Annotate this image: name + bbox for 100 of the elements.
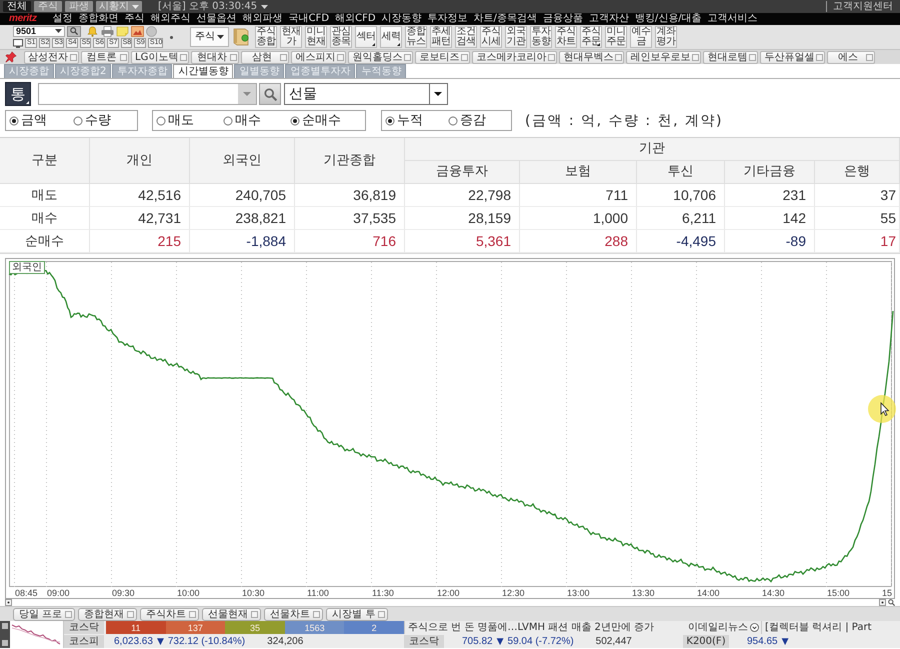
clock-dropdown[interactable]: [서울] 오후 03:30:45 xyxy=(155,1,272,12)
radio-icon[interactable] xyxy=(448,116,458,126)
news-headline[interactable]: [컬렉터블 럭셔리 | Part xyxy=(761,621,900,634)
toolbar-button[interactable]: 주식 시세 xyxy=(480,26,502,48)
menu-item[interactable]: 뱅킹/신용/대출 xyxy=(634,13,702,25)
radio-icon[interactable] xyxy=(223,116,233,126)
grip-icon xyxy=(170,36,173,38)
toolbar-button[interactable]: 조건 검색 xyxy=(455,26,477,48)
menu-item[interactable]: 해외파생 xyxy=(242,13,283,25)
view-tab[interactable]: 시간별동향 xyxy=(173,64,234,78)
toolbar-button[interactable]: 미니 현재 xyxy=(305,26,327,48)
menu-item[interactable]: 국내CFD xyxy=(288,13,330,25)
radio-option[interactable]: 매수 xyxy=(223,113,290,128)
news-source-button[interactable]: 이데일리뉴스 xyxy=(683,621,761,634)
column-header: 개인 xyxy=(90,138,190,184)
printer-icon[interactable] xyxy=(101,26,114,36)
scroll-handle-icon[interactable] xyxy=(5,599,12,606)
radio-option[interactable]: 누적 xyxy=(385,113,448,128)
window-tab[interactable]: 시장별 투 xyxy=(326,608,388,620)
favorite-stock-button[interactable]: 삼현 xyxy=(241,50,290,64)
menu-item[interactable]: 투자정보 xyxy=(428,13,468,25)
monitor-icon[interactable] xyxy=(13,38,23,48)
radio-icon[interactable] xyxy=(9,116,19,126)
radio-icon[interactable] xyxy=(385,116,395,126)
radio-option[interactable]: 수량 xyxy=(73,113,137,128)
x-axis-label: 11:00 xyxy=(307,588,329,598)
menu-item[interactable]: 고객서비스 xyxy=(708,13,758,25)
top-tab[interactable]: 전체 xyxy=(3,1,31,12)
toolbar-button[interactable]: 주식 주문 xyxy=(580,26,602,48)
favorite-stock-button[interactable]: 컴트론 xyxy=(81,50,129,64)
toolbar-button[interactable]: 추세 패턴 xyxy=(430,26,452,48)
radio-icon[interactable] xyxy=(73,116,83,126)
menu-item[interactable]: 고객자산 xyxy=(588,13,629,25)
toolbar-button[interactable]: 미니 주문 xyxy=(605,26,627,48)
favorite-stock-button[interactable]: 삼성전자 xyxy=(24,50,79,64)
menu-item[interactable]: 설정 xyxy=(52,13,73,25)
window-tab[interactable]: 당일 프로 xyxy=(13,608,76,620)
market-button[interactable]: 통 xyxy=(5,82,31,106)
news-headline[interactable]: 주식으로 번 돈 명품에…LVMH 패션 매출 2년만에 증가 xyxy=(404,621,683,634)
radio-option[interactable]: 순매수 xyxy=(290,113,357,128)
index-price: 6,023.63 xyxy=(114,636,153,648)
toolbar-button[interactable]: 외국 기관 xyxy=(505,26,527,48)
radio-icon[interactable] xyxy=(290,116,300,126)
menu-item[interactable]: 차트/종목검색 xyxy=(474,13,537,25)
radio-icon[interactable] xyxy=(156,116,166,126)
menu-item[interactable]: 해외CFD xyxy=(335,13,376,25)
favorite-stock-button[interactable]: 현대로템 xyxy=(703,50,758,64)
toolbar-button[interactable]: 주식 차트 xyxy=(555,26,577,48)
toolbar-button[interactable]: 섹터 xyxy=(355,26,377,48)
favorite-stock-button[interactable]: 현대차 xyxy=(191,50,240,64)
code-input-field[interactable] xyxy=(38,83,257,105)
favorite-stock-button[interactable]: 코스메카코리아 xyxy=(472,50,558,64)
toolbar-button[interactable]: 투자 동향 xyxy=(530,26,552,48)
change-arrow: ▼ xyxy=(156,636,164,648)
radio-option[interactable]: 금액 xyxy=(9,113,73,128)
toolbar-button[interactable]: 주식 종합 xyxy=(255,26,277,48)
square-icon xyxy=(70,54,77,60)
code-search-button[interactable] xyxy=(67,26,81,36)
menu-item[interactable]: 선물옵션 xyxy=(196,13,237,25)
menu-item[interactable]: 시장동향 xyxy=(382,13,422,25)
support-link[interactable]: 고객지원센터 xyxy=(826,1,897,12)
favorite-stock-button[interactable]: 원익홀딩스 xyxy=(348,50,414,64)
bell-icon[interactable] xyxy=(86,26,99,36)
category-dropdown[interactable]: 주식 xyxy=(190,27,229,47)
menu-item[interactable]: 해외주식 xyxy=(150,13,191,25)
circle-icon[interactable] xyxy=(146,26,157,36)
radio-option[interactable]: 증감 xyxy=(448,113,511,128)
search-button[interactable] xyxy=(259,83,281,105)
zoom-icon[interactable] xyxy=(888,599,895,606)
table-cell: 240,705 xyxy=(190,184,295,207)
window-tab[interactable]: 선물차트 xyxy=(264,608,324,620)
window-tab[interactable]: 선물현재 xyxy=(202,608,262,620)
window-tab[interactable]: 주식차트 xyxy=(140,608,200,620)
product-dropdown[interactable]: 선물 xyxy=(284,83,448,105)
square-icon xyxy=(337,54,344,60)
favorite-stock-button[interactable]: 레인보우로보 xyxy=(626,50,702,64)
menu-item[interactable]: 종합화면 xyxy=(78,13,119,25)
favorite-stock-button[interactable]: LG이노텍 xyxy=(131,50,190,64)
favorite-stock-button[interactable]: 에스피지 xyxy=(291,50,346,64)
favorite-stock-button[interactable]: 에스 xyxy=(827,50,876,64)
pin-icon[interactable] xyxy=(5,51,17,63)
menu-item[interactable]: 금융상품 xyxy=(542,13,583,25)
scroll-handle-icon[interactable] xyxy=(879,599,886,606)
breadth-segment: 11 xyxy=(106,621,166,634)
toolbar-button[interactable]: 현재 가 xyxy=(280,26,302,48)
stock-code-combobox[interactable]: 9501 xyxy=(13,26,65,36)
picture-icon[interactable] xyxy=(131,26,144,36)
toolbar-button[interactable]: 계좌 평가 xyxy=(655,26,677,48)
toolbar-button[interactable]: 세력 xyxy=(380,26,402,48)
window-tab[interactable]: 종합현재 xyxy=(78,608,138,620)
favorite-stock-button[interactable]: 현대무벡스 xyxy=(559,50,624,64)
favorite-stock-button[interactable]: 로보티즈 xyxy=(415,50,470,64)
toolbar-button[interactable]: 관심 종목 xyxy=(330,26,352,48)
toolbar-button[interactable]: 종합 뉴스 xyxy=(405,26,427,48)
favorite-stock-button[interactable]: 두산퓨얼셀 xyxy=(760,50,826,64)
menu-item[interactable]: 주식 xyxy=(124,13,145,25)
trading-volume: 502,447 xyxy=(596,636,632,648)
radio-option[interactable]: 매도 xyxy=(156,113,223,128)
table-cell: 6,211 xyxy=(637,207,725,230)
toolbar-button[interactable]: 예수 금 xyxy=(630,26,652,48)
